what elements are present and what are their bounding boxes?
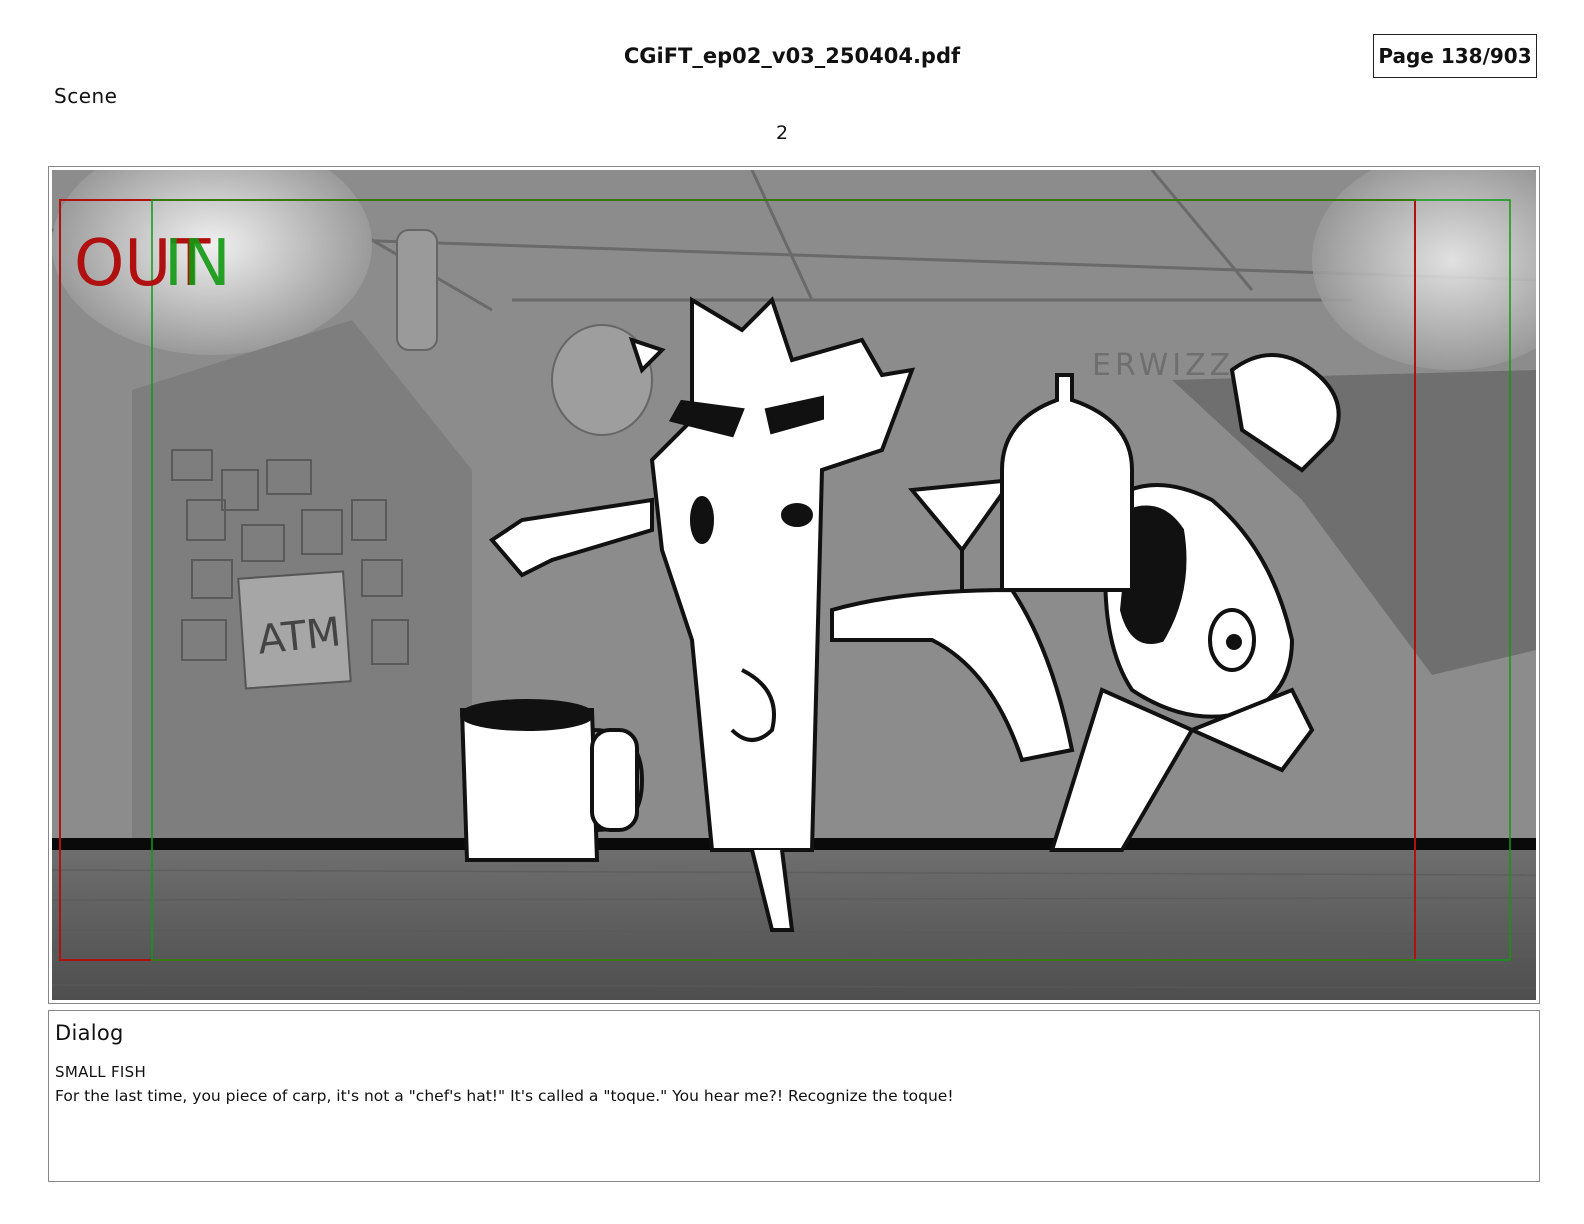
- dialog-label: Dialog: [55, 1021, 124, 1045]
- dialog-line: For the last time, you piece of carp, it…: [55, 1087, 954, 1105]
- dialog-speaker: SMALL FISH: [55, 1063, 147, 1081]
- panel-artwork: ATM ERWIZZ OUT IN: [52, 170, 1536, 1000]
- in-frame-label: IN: [164, 227, 231, 301]
- storyboard-panel: ATM ERWIZZ OUT IN: [48, 166, 1540, 1004]
- page-indicator: Page 138/903: [1373, 34, 1537, 78]
- atm-sign-text: ATM: [256, 609, 344, 663]
- background-sign-text: ERWIZZ: [1092, 348, 1234, 383]
- scene-number: 2: [775, 122, 789, 144]
- document-title: CGiFT_ep02_v03_250404.pdf: [623, 44, 961, 68]
- scene-label: Scene: [54, 84, 118, 108]
- dialog-box: Dialog SMALL FISH For the last time, you…: [48, 1010, 1540, 1182]
